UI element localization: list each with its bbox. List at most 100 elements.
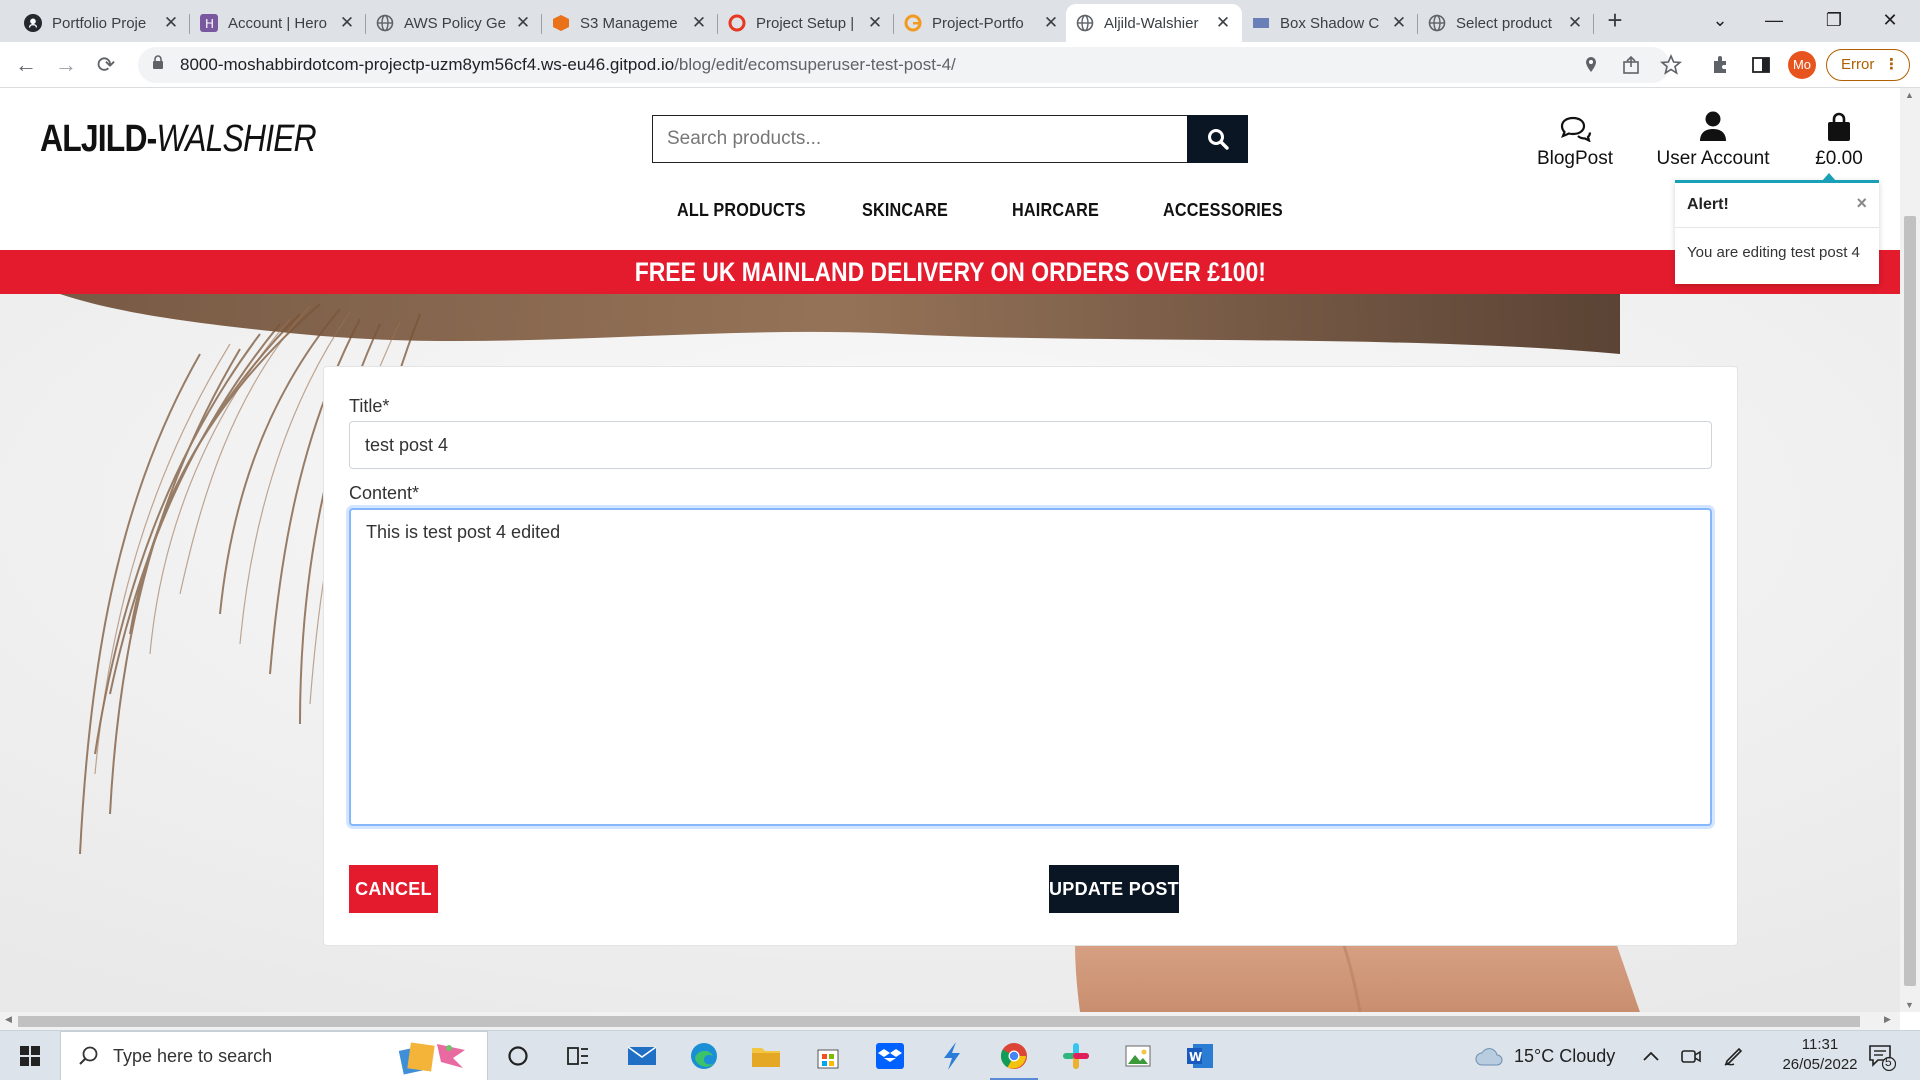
close-tab-icon[interactable]: ✕ <box>338 13 356 33</box>
extensions-icon[interactable] <box>1708 52 1734 78</box>
dropbox-icon[interactable] <box>860 1031 920 1080</box>
tab-project-portfolio[interactable]: Project-Portfo ✕ <box>894 4 1070 42</box>
profile-avatar[interactable]: Mo <box>1788 51 1816 79</box>
close-icon[interactable]: × <box>1856 193 1867 214</box>
tab-search-chevron-icon[interactable]: ⌄ <box>1692 0 1748 40</box>
tab-aws-policy[interactable]: AWS Policy Ge ✕ <box>366 4 542 42</box>
close-tab-icon[interactable]: ✕ <box>1566 13 1584 33</box>
close-tab-icon[interactable]: ✕ <box>162 13 180 33</box>
nav-accessories[interactable]: ACCESSORIES <box>1163 200 1283 221</box>
new-tab-button[interactable]: + <box>1598 4 1632 38</box>
cortana-icon[interactable] <box>488 1031 548 1080</box>
svg-text:W: W <box>1189 1050 1202 1064</box>
scroll-right-arrow-icon[interactable]: ▶ <box>1884 1014 1891 1025</box>
close-tab-icon[interactable]: ✕ <box>514 13 532 33</box>
user-account-link[interactable]: User Account <box>1654 108 1772 170</box>
weather-widget[interactable]: 15°C Cloudy <box>1474 1031 1615 1080</box>
chrome-icon[interactable] <box>984 1031 1044 1080</box>
tab-select-product[interactable]: Select product ✕ <box>1418 4 1594 42</box>
nav-all-products[interactable]: ALL PRODUCTS <box>677 200 806 221</box>
close-window-button[interactable]: ✕ <box>1862 0 1918 40</box>
cloud-icon <box>1475 1048 1503 1066</box>
minimize-button[interactable]: — <box>1746 0 1802 40</box>
tab-heroku[interactable]: H Account | Hero ✕ <box>190 4 366 42</box>
taskbar-search-box[interactable]: Type here to search <box>60 1031 488 1080</box>
pen-workspace-icon[interactable] <box>1722 1031 1746 1080</box>
blogpost-link[interactable]: BlogPost <box>1530 108 1620 170</box>
word-icon[interactable]: W <box>1170 1031 1230 1080</box>
system-clock[interactable]: 11:31 26/05/2022 <box>1770 1035 1870 1075</box>
forward-button[interactable]: → <box>50 50 82 82</box>
back-button[interactable]: ← <box>10 50 42 82</box>
show-hidden-icons-chevron-icon[interactable] <box>1642 1031 1660 1080</box>
close-tab-icon[interactable]: ✕ <box>1214 13 1232 33</box>
side-panel-icon[interactable] <box>1748 52 1774 78</box>
tab-portfolio[interactable]: Portfolio Proje ✕ <box>14 4 190 42</box>
notifications-button[interactable]: 5 <box>1866 1031 1896 1080</box>
search-icon <box>79 1046 98 1065</box>
vertical-scrollbar[interactable]: ▲ ▼ <box>1900 88 1920 1012</box>
tab-aljild-walshier[interactable]: Aljild-Walshier ✕ <box>1066 4 1242 42</box>
search-input[interactable] <box>652 115 1187 163</box>
cancel-button[interactable]: CANCEL <box>349 865 438 913</box>
scroll-down-arrow-icon[interactable]: ▼ <box>1905 1000 1914 1010</box>
comments-icon <box>1530 108 1620 142</box>
meet-now-icon[interactable] <box>1680 1031 1702 1080</box>
close-tab-icon[interactable]: ✕ <box>1042 13 1060 33</box>
logo-bold-text: ALJILD- <box>40 118 157 160</box>
location-icon[interactable] <box>1578 52 1604 78</box>
title-input[interactable]: test post 4 <box>349 421 1712 469</box>
restore-button[interactable]: ❐ <box>1806 0 1862 40</box>
lock-icon[interactable] <box>152 55 166 75</box>
globe-icon <box>1428 14 1446 32</box>
windows-taskbar: Type here to search W 15°C Cloudy 11:31 … <box>0 1030 1920 1080</box>
heroku-icon: H <box>200 14 218 32</box>
image-viewer-icon[interactable] <box>1108 1031 1168 1080</box>
tab-box-shadow[interactable]: Box Shadow C ✕ <box>1242 4 1418 42</box>
windows-start-button[interactable] <box>0 1031 60 1080</box>
slack-icon[interactable] <box>1046 1031 1106 1080</box>
edge-icon[interactable] <box>674 1031 734 1080</box>
clock-date: 26/05/2022 <box>1782 1056 1858 1073</box>
browser-error-button[interactable]: Error ⋮ <box>1826 49 1910 81</box>
browser-toolbar: ← → ⟳ 8000-moshabbirdotcom-projectp-uzm8… <box>0 42 1920 88</box>
search-icon <box>1207 129 1229 150</box>
basket-total: £0.00 <box>1815 148 1863 169</box>
close-tab-icon[interactable]: ✕ <box>690 13 708 33</box>
toast-caret <box>1822 173 1836 181</box>
nav-skincare[interactable]: SKINCARE <box>862 200 948 221</box>
delivery-banner-text: FREE UK MAINLAND DELIVERY ON ORDERS OVER… <box>634 257 1266 287</box>
address-bar[interactable]: 8000-moshabbirdotcom-projectp-uzm8ym56cf… <box>138 47 1670 83</box>
site-logo[interactable]: ALJILD-WALSHIER <box>40 118 317 161</box>
horizontal-scrollbar[interactable]: ◀ ▶ <box>0 1012 1900 1030</box>
tab-title: Select product <box>1456 14 1552 32</box>
reload-button[interactable]: ⟳ <box>90 50 122 82</box>
store-icon[interactable] <box>798 1031 858 1080</box>
error-label: Error <box>1841 56 1875 73</box>
basket-link[interactable]: £0.00 <box>1808 108 1870 170</box>
file-explorer-icon[interactable] <box>736 1031 796 1080</box>
vertical-scroll-thumb[interactable] <box>1904 216 1916 986</box>
weather-text: 15°C Cloudy <box>1514 1045 1616 1066</box>
bookmark-star-icon[interactable] <box>1658 52 1684 78</box>
close-tab-icon[interactable]: ✕ <box>1390 13 1408 33</box>
task-view-icon[interactable] <box>548 1031 608 1080</box>
tab-project-setup[interactable]: Project Setup | ✕ <box>718 4 894 42</box>
tab-s3[interactable]: S3 Manageme ✕ <box>542 4 718 42</box>
image-icon <box>1252 14 1270 32</box>
share-icon[interactable] <box>1618 52 1644 78</box>
search-button[interactable] <box>1187 115 1248 163</box>
content-textarea[interactable]: This is test post 4 edited <box>349 508 1712 826</box>
edit-post-card: Title* test post 4 Content* This is test… <box>323 366 1738 946</box>
scroll-left-arrow-icon[interactable]: ◀ <box>5 1014 12 1025</box>
mail-icon[interactable] <box>612 1031 672 1080</box>
nav-haircare[interactable]: HAIRCARE <box>1012 200 1099 221</box>
close-tab-icon[interactable]: ✕ <box>866 13 884 33</box>
horizontal-scroll-thumb[interactable] <box>18 1016 1860 1027</box>
ssh-client-icon[interactable] <box>922 1031 982 1080</box>
tab-title: Box Shadow C <box>1280 14 1380 32</box>
scroll-up-arrow-icon[interactable]: ▲ <box>1905 90 1914 100</box>
delivery-banner: FREE UK MAINLAND DELIVERY ON ORDERS OVER… <box>0 250 1900 294</box>
update-post-button[interactable]: UPDATE POST <box>1049 865 1179 913</box>
github-icon <box>24 14 42 32</box>
